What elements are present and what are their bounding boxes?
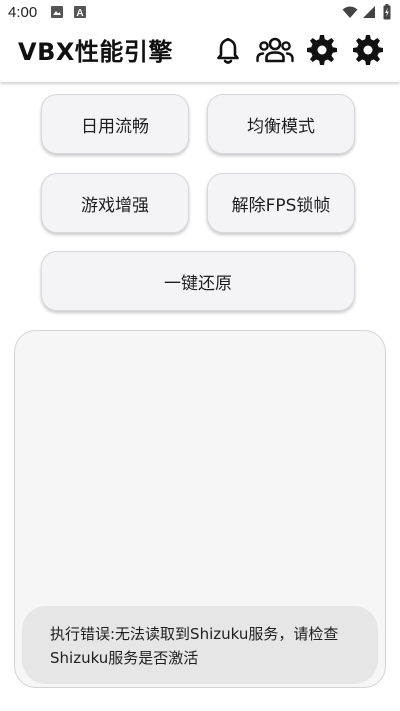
unlock-fps-label: 解除FPS锁帧	[231, 195, 331, 216]
signal-icon	[363, 6, 375, 18]
settings-gear-icon[interactable]	[306, 34, 338, 66]
game-boost-button[interactable]: 游戏增强	[41, 173, 189, 233]
daily-smooth-button[interactable]: 日用流畅	[41, 94, 189, 154]
one-key-restore-button[interactable]: 一键还原	[41, 251, 355, 311]
svg-text:A: A	[76, 8, 83, 19]
unlock-fps-button[interactable]: 解除FPS锁帧	[207, 173, 355, 233]
settings-cog-icon[interactable]	[352, 34, 384, 66]
a-letter-icon: A	[74, 6, 86, 19]
wifi-icon	[342, 6, 358, 18]
balanced-mode-button[interactable]: 均衡模式	[207, 94, 355, 154]
game-boost-label: 游戏增强	[81, 195, 149, 216]
one-key-restore-label: 一键还原	[164, 273, 232, 294]
app-bar: VBX性能引擎	[0, 26, 400, 82]
status-bar: 4:00 A	[0, 0, 400, 26]
error-toast: 执行错误:无法读取到Shizuku服务，请检查Shizuku服务是否激活	[22, 606, 378, 684]
battery-charging-icon	[383, 4, 391, 20]
balanced-mode-label: 均衡模式	[247, 116, 315, 137]
group-icon[interactable]	[256, 34, 294, 66]
error-toast-message: 执行错误:无法读取到Shizuku服务，请检查Shizuku服务是否激活	[50, 625, 339, 667]
app-title: VBX性能引擎	[18, 38, 173, 66]
image-icon	[51, 6, 63, 18]
bell-icon[interactable]	[212, 34, 244, 66]
daily-smooth-label: 日用流畅	[81, 116, 149, 137]
status-time: 4:00	[8, 4, 38, 21]
